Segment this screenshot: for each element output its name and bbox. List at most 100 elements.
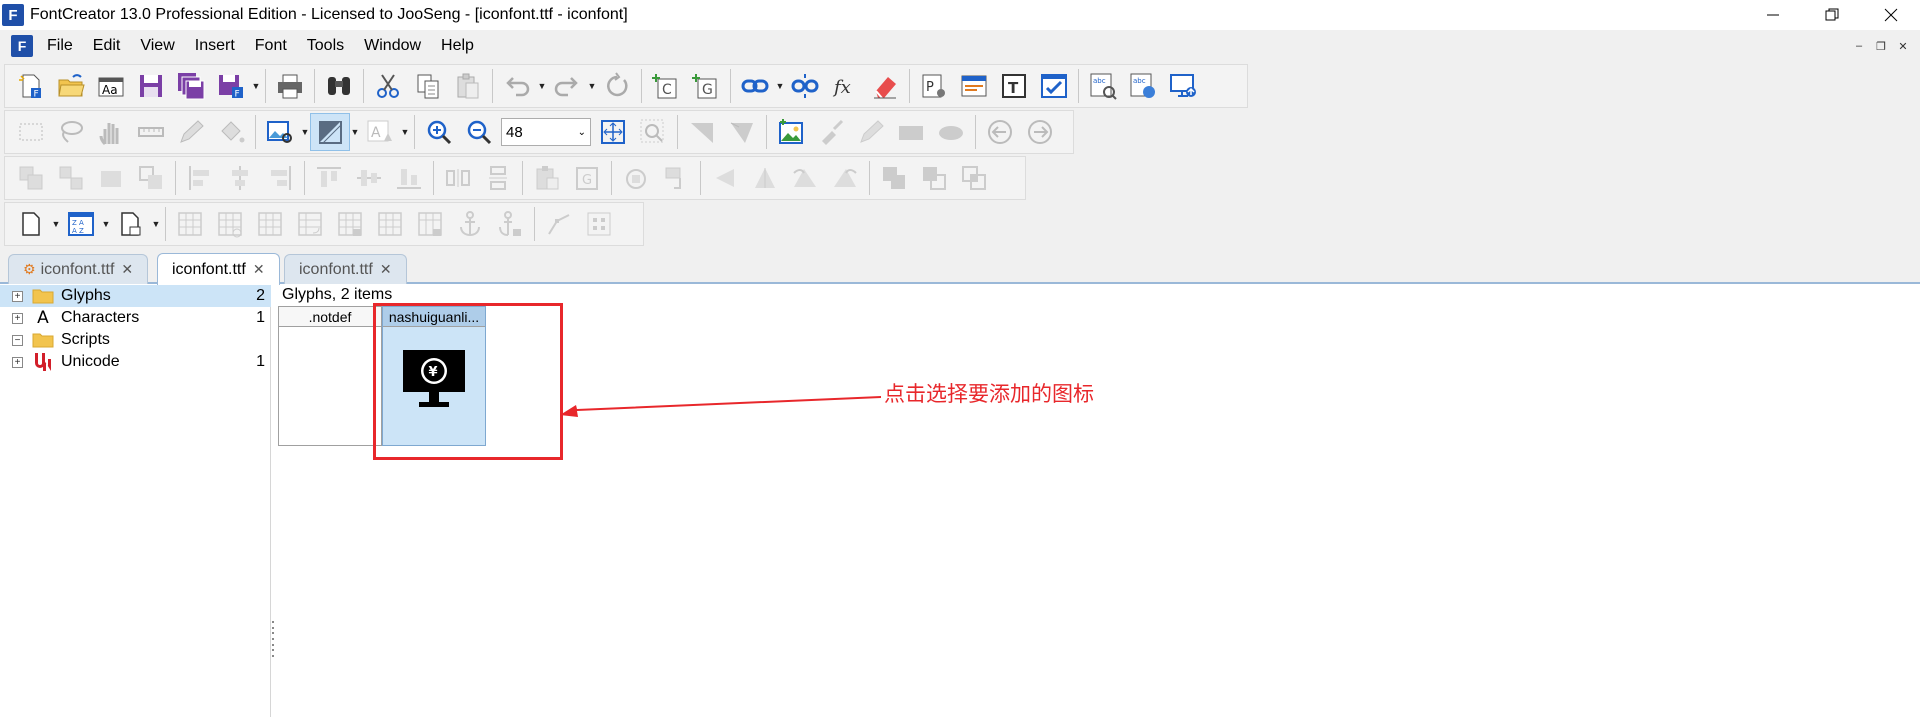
combine-button[interactable] bbox=[91, 159, 131, 197]
tab-iconfont-3[interactable]: iconfont.ttf ✕ bbox=[284, 254, 407, 284]
mdi-minimize-button[interactable]: – bbox=[1850, 38, 1868, 54]
sort-button[interactable]: Z AA Z bbox=[61, 205, 101, 243]
new-glyph-dropdown-arrow[interactable]: ▼ bbox=[51, 205, 61, 243]
zoom-selection-button[interactable] bbox=[633, 113, 673, 151]
menu-window[interactable]: Window bbox=[354, 30, 431, 62]
paste-special-button[interactable] bbox=[527, 159, 567, 197]
page-setup-button[interactable] bbox=[111, 205, 151, 243]
align-center-button[interactable] bbox=[220, 159, 260, 197]
background-image-button[interactable] bbox=[260, 113, 300, 151]
redo-button[interactable] bbox=[547, 67, 587, 105]
ellipse-button[interactable] bbox=[931, 113, 971, 151]
mdi-close-button[interactable]: ✕ bbox=[1894, 38, 1912, 54]
tab-close-icon[interactable]: ✕ bbox=[253, 261, 265, 278]
grid-5-button[interactable] bbox=[410, 205, 450, 243]
sort-dropdown-arrow[interactable]: ▼ bbox=[101, 205, 111, 243]
spell-check-button[interactable]: abc bbox=[1083, 67, 1123, 105]
expand-icon[interactable]: + bbox=[12, 356, 23, 368]
menu-tools[interactable]: Tools bbox=[297, 30, 354, 62]
copy-button[interactable] bbox=[408, 67, 448, 105]
flip-vertical-button[interactable] bbox=[745, 159, 785, 197]
zoom-fit-button[interactable] bbox=[593, 113, 633, 151]
font-properties-button[interactable]: P bbox=[914, 67, 954, 105]
link-dropdown-arrow[interactable]: ▼ bbox=[775, 67, 785, 105]
new-font-button[interactable]: F bbox=[11, 67, 51, 105]
lasso-button[interactable] bbox=[51, 113, 91, 151]
grid-4-button[interactable] bbox=[370, 205, 410, 243]
print-button[interactable] bbox=[270, 67, 310, 105]
text-tool-button[interactable]: T bbox=[994, 67, 1034, 105]
text-effect-dropdown-arrow[interactable]: ▼ bbox=[400, 113, 410, 151]
tab-iconfont-1[interactable]: ⚙ iconfont.ttf ✕ bbox=[8, 254, 149, 284]
menu-view[interactable]: View bbox=[130, 30, 184, 62]
menu-help[interactable]: Help bbox=[431, 30, 484, 62]
pencil-button[interactable] bbox=[171, 113, 211, 151]
paste-button[interactable] bbox=[448, 67, 488, 105]
break-apart-button[interactable] bbox=[131, 159, 171, 197]
link-button[interactable] bbox=[735, 67, 775, 105]
open-button[interactable] bbox=[51, 67, 91, 105]
point-grid-button[interactable] bbox=[579, 205, 619, 243]
document-icon[interactable]: F bbox=[11, 35, 33, 57]
page-setup-dropdown-arrow[interactable]: ▼ bbox=[151, 205, 161, 243]
previous-glyph-button[interactable] bbox=[980, 113, 1020, 151]
background-image-dropdown-arrow[interactable]: ▼ bbox=[300, 113, 310, 151]
subtract-button[interactable] bbox=[914, 159, 954, 197]
undo-button[interactable] bbox=[497, 67, 537, 105]
distribute-vertical-button[interactable] bbox=[478, 159, 518, 197]
insert-characters-button[interactable]: C bbox=[646, 67, 686, 105]
grid-button[interactable] bbox=[170, 205, 210, 243]
new-glyph-button[interactable] bbox=[11, 205, 51, 243]
grid-lock-button[interactable] bbox=[330, 205, 370, 243]
tree-item-scripts[interactable]: − Scripts bbox=[0, 329, 271, 351]
tree-item-unicode[interactable]: + Unicode 1 bbox=[0, 351, 271, 373]
tree-item-glyphs[interactable]: + Glyphs 2 bbox=[0, 285, 271, 307]
skew-right-button[interactable] bbox=[825, 159, 865, 197]
group-button[interactable] bbox=[11, 159, 51, 197]
undo-dropdown-arrow[interactable]: ▼ bbox=[537, 67, 547, 105]
save-dropdown-arrow[interactable]: ▼ bbox=[251, 67, 261, 105]
unlink-button[interactable] bbox=[785, 67, 825, 105]
expand-icon[interactable]: + bbox=[12, 312, 23, 324]
font-overview-button[interactable] bbox=[954, 67, 994, 105]
pen-button[interactable] bbox=[851, 113, 891, 151]
anchor-lock-button[interactable] bbox=[490, 205, 530, 243]
close-button[interactable] bbox=[1861, 0, 1920, 30]
text-effect-button[interactable]: A bbox=[360, 113, 400, 151]
validate-button[interactable] bbox=[1034, 67, 1074, 105]
menu-font[interactable]: Font bbox=[245, 30, 297, 62]
rotate-button[interactable] bbox=[616, 159, 656, 197]
zoom-in-button[interactable] bbox=[419, 113, 459, 151]
glyph-reference-button[interactable]: G bbox=[567, 159, 607, 197]
menu-edit[interactable]: Edit bbox=[83, 30, 131, 62]
union-button[interactable] bbox=[874, 159, 914, 197]
panel-splitter[interactable] bbox=[271, 621, 275, 657]
import-image-button[interactable] bbox=[771, 113, 811, 151]
fill-button[interactable] bbox=[211, 113, 251, 151]
install-font-button[interactable] bbox=[1163, 67, 1203, 105]
grid-2-button[interactable] bbox=[250, 205, 290, 243]
align-right-button[interactable] bbox=[260, 159, 300, 197]
zoom-out-button[interactable] bbox=[459, 113, 499, 151]
tree-item-characters[interactable]: + A Characters 1 bbox=[0, 307, 271, 329]
collapse-icon[interactable]: − bbox=[12, 334, 23, 346]
restore-button[interactable] bbox=[1802, 0, 1861, 30]
minimize-button[interactable] bbox=[1743, 0, 1802, 30]
align-middle-button[interactable] bbox=[349, 159, 389, 197]
grid-3-button[interactable] bbox=[290, 205, 330, 243]
eraser-button[interactable] bbox=[865, 67, 905, 105]
save-as-button[interactable]: F bbox=[211, 67, 251, 105]
fill-mode-button[interactable] bbox=[310, 113, 350, 151]
transform-button[interactable] bbox=[656, 159, 696, 197]
grid-link-button[interactable] bbox=[210, 205, 250, 243]
rectangle-button[interactable] bbox=[891, 113, 931, 151]
fill-mode-dropdown-arrow[interactable]: ▼ bbox=[350, 113, 360, 151]
zoom-level-select[interactable]: 48 ⌄ bbox=[501, 118, 591, 146]
menu-file[interactable]: File bbox=[37, 30, 83, 62]
formula-button[interactable]: fx bbox=[825, 67, 865, 105]
node-tool-button[interactable] bbox=[539, 205, 579, 243]
open-installed-font-button[interactable]: Aa bbox=[91, 67, 131, 105]
intersect-button[interactable] bbox=[954, 159, 994, 197]
insert-glyphs-button[interactable]: G bbox=[686, 67, 726, 105]
tab-iconfont-2[interactable]: iconfont.ttf ✕ bbox=[157, 253, 280, 285]
